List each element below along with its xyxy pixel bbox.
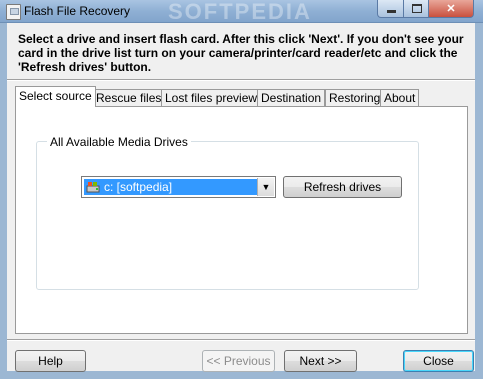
close-window-button[interactable]: ✕ <box>428 0 474 18</box>
close-button[interactable]: Close <box>403 350 474 372</box>
media-drives-group <box>36 141 419 290</box>
dialog-body: Select a drive and insert flash card. Af… <box>7 23 475 372</box>
drive-select-value: c: [softpedia] <box>84 179 257 195</box>
tab-restoring[interactable]: Restoring <box>325 89 385 106</box>
drive-icon <box>86 182 100 193</box>
tab-rescue-files[interactable]: Rescue files <box>92 89 166 106</box>
instructions-text: Select a drive and insert flash card. Af… <box>18 32 464 74</box>
maximize-icon <box>411 4 422 13</box>
drive-select[interactable]: c: [softpedia] ▼ <box>81 176 276 198</box>
maximize-button[interactable] <box>403 0 430 18</box>
footer-divider <box>7 339 475 341</box>
tab-destination[interactable]: Destination <box>257 89 326 106</box>
tab-select-source[interactable]: Select source <box>15 86 96 107</box>
tab-lost-files-preview[interactable]: Lost files preview <box>161 89 262 106</box>
watermark: SOFTPEDIA <box>168 0 312 24</box>
previous-button[interactable]: << Previous <box>202 350 275 372</box>
close-icon: ✕ <box>446 3 456 15</box>
help-button[interactable]: Help <box>15 350 86 372</box>
minimize-icon <box>386 10 396 13</box>
app-icon <box>6 4 21 20</box>
drive-select-text: c: [softpedia] <box>104 180 173 194</box>
group-label: All Available Media Drives <box>47 135 191 149</box>
chevron-down-icon[interactable]: ▼ <box>257 178 274 196</box>
tab-about[interactable]: About <box>380 89 420 106</box>
divider <box>7 79 475 81</box>
next-button[interactable]: Next >> <box>284 350 357 372</box>
minimize-button[interactable] <box>377 0 405 18</box>
refresh-drives-button[interactable]: Refresh drives <box>283 176 402 198</box>
title-bar: Flash File Recovery SOFTPEDIA ✕ <box>0 0 483 24</box>
window-title: Flash File Recovery <box>24 4 131 18</box>
